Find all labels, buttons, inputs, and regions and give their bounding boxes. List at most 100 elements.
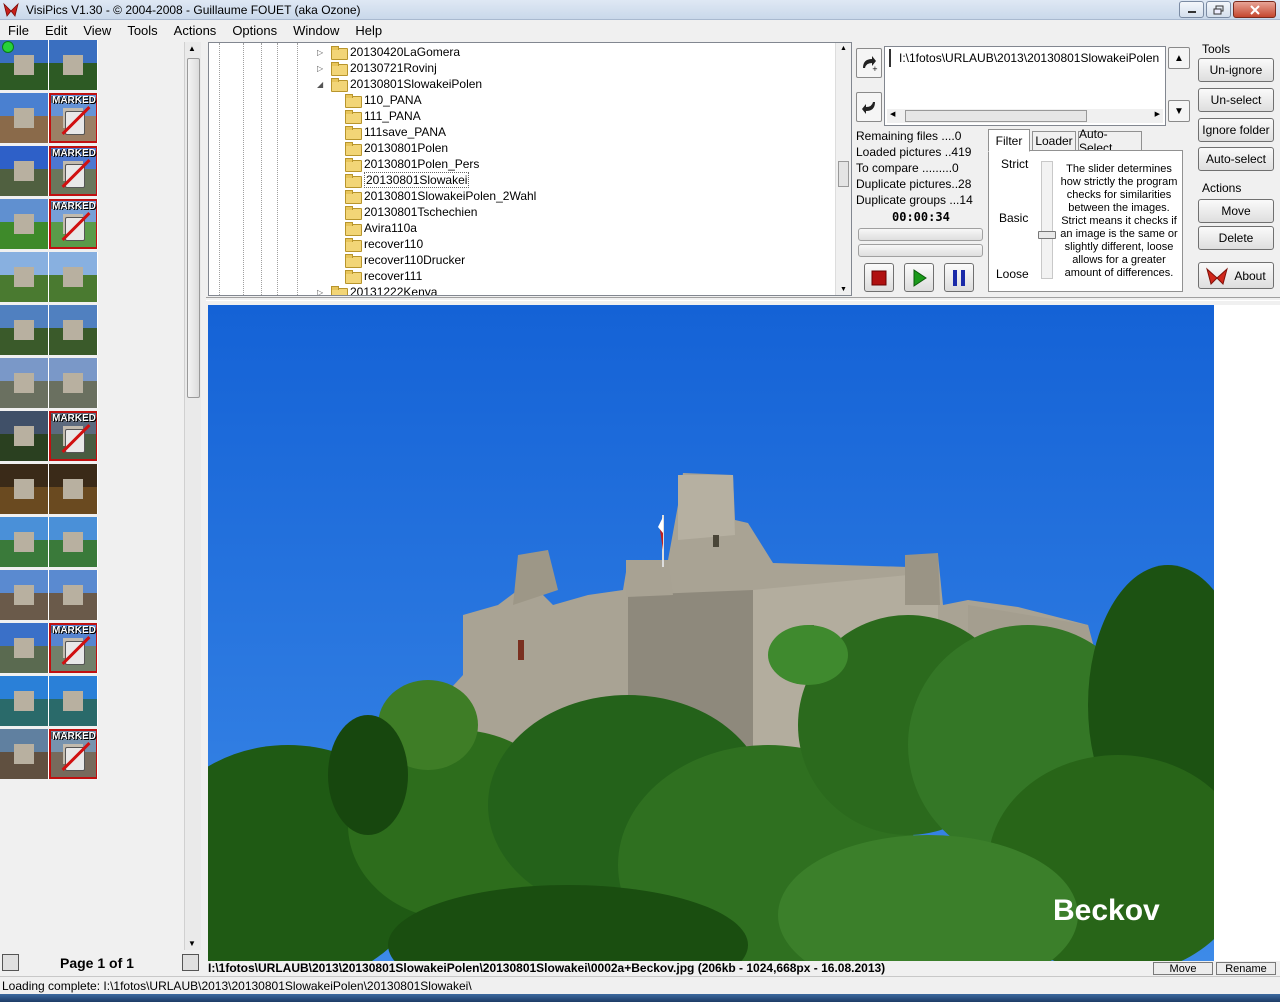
menu-actions[interactable]: Actions [166, 23, 225, 38]
thumbnail[interactable] [0, 517, 49, 567]
tree-item[interactable]: 110_PANA [345, 92, 422, 108]
tree-scrollbar[interactable]: ▲ ▼ [835, 43, 851, 295]
path-hscrollbar[interactable]: ◀ ▶ [887, 109, 1163, 123]
thumbnail-pair[interactable] [0, 305, 98, 355]
ignore-folder-button[interactable]: Ignore folder [1198, 118, 1274, 142]
thumbnail[interactable] [0, 305, 49, 355]
expanded-icon[interactable]: ◢ [317, 80, 327, 89]
preview-move-button[interactable]: Move [1153, 962, 1213, 975]
tree-item[interactable]: 111_PANA [345, 108, 421, 124]
play-button[interactable] [904, 263, 934, 292]
thumbnail-scroll-thumb[interactable] [187, 58, 200, 398]
un-select-button[interactable]: Un-select [1198, 88, 1274, 112]
thumbnail-pair[interactable] [0, 464, 98, 514]
tree-scroll-up-icon[interactable]: ▲ [840, 45, 847, 52]
menu-file[interactable]: File [0, 23, 37, 38]
close-button[interactable] [1233, 1, 1276, 18]
tree-item[interactable]: 20130801SlowakeiPolen_2Wahl [345, 188, 536, 204]
thumbnail-pair[interactable]: MARKED [0, 729, 98, 779]
expand-icon[interactable]: ▷ [317, 48, 327, 57]
page-prev-icon[interactable] [2, 954, 19, 971]
tree-scroll-thumb[interactable] [838, 161, 849, 187]
expand-icon[interactable]: ▷ [317, 288, 327, 296]
tree-item[interactable]: ◢ 20130801SlowakeiPolen [317, 76, 482, 92]
thumbnail[interactable] [49, 305, 98, 355]
menu-edit[interactable]: Edit [37, 23, 75, 38]
tree-item[interactable]: recover110 [345, 236, 423, 252]
thumbnail[interactable] [49, 358, 98, 408]
add-folder-button[interactable]: + [856, 48, 882, 78]
delete-button[interactable]: Delete [1198, 226, 1274, 250]
thumbnail[interactable] [49, 464, 98, 514]
path-scroll-thumb[interactable] [905, 110, 1087, 122]
tree-item[interactable]: 111save_PANA [345, 124, 446, 140]
thumbnail-pair[interactable] [0, 40, 98, 90]
splitter[interactable] [206, 297, 1280, 301]
menu-window[interactable]: Window [285, 23, 347, 38]
move-up-button[interactable]: ▲ [1168, 47, 1190, 69]
thumbnail-pair[interactable]: MARKED [0, 93, 98, 143]
auto-select-button[interactable]: Auto-select [1198, 147, 1274, 171]
thumbnail[interactable] [0, 570, 49, 620]
tree-item[interactable]: Avira110a [345, 220, 417, 236]
about-button[interactable]: About [1198, 262, 1274, 289]
thumbnail[interactable]: MARKED [49, 411, 98, 461]
menu-help[interactable]: Help [347, 23, 390, 38]
menu-tools[interactable]: Tools [119, 23, 165, 38]
thumbnail[interactable] [0, 729, 49, 779]
thumbnail[interactable] [0, 93, 49, 143]
tree-item[interactable]: 20130801Polen [345, 140, 448, 156]
tab-filter[interactable]: Filter [988, 129, 1030, 152]
thumbnail-pair[interactable]: MARKED [0, 199, 98, 249]
preview-rename-button[interactable]: Rename [1216, 962, 1276, 975]
thumbnail[interactable] [49, 570, 98, 620]
similarity-slider-track[interactable] [1041, 161, 1053, 279]
tree-item[interactable]: recover110Drucker [345, 252, 465, 268]
tree-item[interactable]: 20130801Polen_Pers [345, 156, 479, 172]
tree-item[interactable]: 20130801Tschechien [345, 204, 477, 220]
tree-item[interactable]: ▷ 20130420LaGomera [317, 44, 460, 60]
thumbnail[interactable] [49, 517, 98, 567]
thumbnail[interactable] [0, 40, 49, 90]
tree-scroll-down-icon[interactable]: ▼ [840, 286, 847, 293]
thumbnail[interactable] [0, 199, 49, 249]
scroll-down-icon[interactable]: ▼ [188, 939, 196, 948]
similarity-slider-knob[interactable] [1038, 231, 1056, 239]
scroll-up-icon[interactable]: ▲ [188, 44, 196, 53]
menu-view[interactable]: View [75, 23, 119, 38]
thumbnail-pair[interactable] [0, 252, 98, 302]
menu-options[interactable]: Options [224, 23, 285, 38]
restore-button[interactable] [1206, 1, 1231, 18]
selected-folders-list[interactable]: I:\1fotos\URLAUB\2013\20130801SlowakeiPo… [884, 46, 1166, 126]
tree-item[interactable]: recover111 [345, 268, 422, 284]
thumbnail[interactable] [49, 40, 98, 90]
thumbnail[interactable] [0, 252, 49, 302]
tree-item[interactable]: ▷ 20130721Rovinj [317, 60, 437, 76]
thumbnail[interactable] [0, 146, 49, 196]
thumbnail[interactable]: MARKED [49, 146, 98, 196]
tab-loader[interactable]: Loader [1032, 131, 1076, 151]
thumbnail-pair[interactable]: MARKED [0, 411, 98, 461]
thumbnail[interactable] [49, 252, 98, 302]
thumbnail-pair[interactable] [0, 358, 98, 408]
thumbnail[interactable]: MARKED [49, 93, 98, 143]
thumbnail[interactable] [49, 676, 98, 726]
expand-icon[interactable]: ▷ [317, 64, 327, 73]
pause-button[interactable] [944, 263, 974, 292]
thumbnail[interactable] [0, 676, 49, 726]
thumbnail[interactable] [0, 358, 49, 408]
folder-list-item[interactable]: I:\1fotos\URLAUB\2013\20130801SlowakeiPo… [889, 49, 1159, 67]
minimize-button[interactable] [1179, 1, 1204, 18]
stop-button[interactable] [864, 263, 894, 292]
page-next-icon[interactable] [182, 954, 199, 971]
thumbnail-scrollbar[interactable]: ▲ ▼ [184, 42, 201, 950]
move-button[interactable]: Move [1198, 199, 1274, 223]
thumbnail[interactable]: MARKED [49, 623, 98, 673]
thumbnail[interactable] [0, 623, 49, 673]
thumbnail-pair[interactable] [0, 570, 98, 620]
tree-item[interactable]: 20130801Slowakei [345, 172, 470, 188]
thumbnail[interactable] [0, 464, 49, 514]
thumbnail-pair[interactable] [0, 676, 98, 726]
move-down-button[interactable]: ▼ [1168, 100, 1190, 122]
thumbnail[interactable] [0, 411, 49, 461]
